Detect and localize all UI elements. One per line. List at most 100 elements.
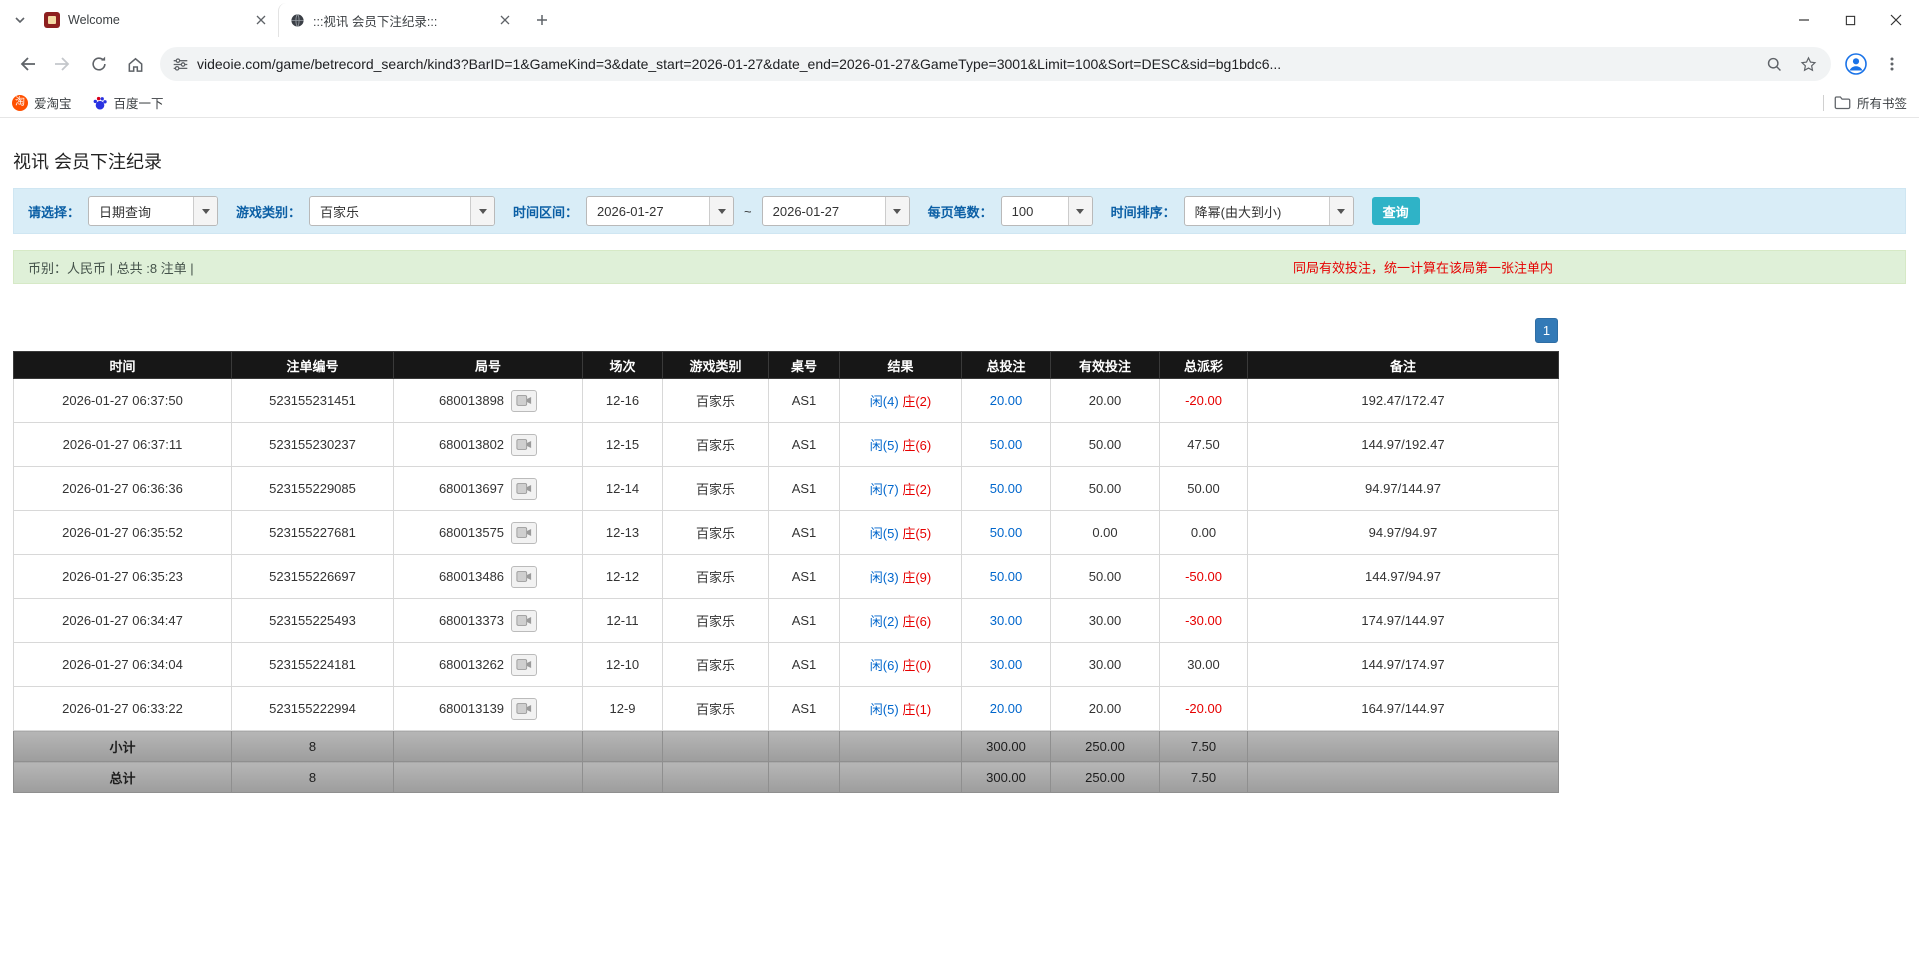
profile-button[interactable]	[1839, 47, 1873, 81]
search-button[interactable]: 查询	[1372, 197, 1420, 225]
page-1-button[interactable]: 1	[1535, 318, 1558, 343]
cell-bet-id: 523155230237	[232, 423, 394, 467]
round-video-button[interactable]	[511, 390, 537, 412]
cell-table-no: AS1	[769, 467, 840, 511]
menu-button[interactable]	[1875, 47, 1909, 81]
grand-total-label: 总计	[14, 762, 232, 793]
back-button[interactable]	[10, 47, 44, 81]
cell-game-type: 百家乐	[663, 643, 769, 687]
table-row: 2026-01-27 06:34:04 523155224181 6800132…	[14, 643, 1559, 687]
dropdown-arrow-icon[interactable]	[709, 197, 733, 225]
cell-session: 12-15	[583, 423, 663, 467]
round-video-button[interactable]	[511, 610, 537, 632]
empty-cell	[769, 731, 840, 762]
site-settings-icon[interactable]	[172, 56, 189, 73]
subtotal-payout: 7.50	[1160, 731, 1248, 762]
tab-close-icon[interactable]	[252, 11, 270, 29]
cell-remark: 144.97/192.47	[1248, 423, 1559, 467]
cell-payout: -20.00	[1160, 687, 1248, 731]
round-video-button[interactable]	[511, 434, 537, 456]
cell-total-bet: 50.00	[962, 467, 1051, 511]
per-page-select[interactable]: 100	[1001, 196, 1093, 226]
maximize-icon	[1845, 15, 1856, 26]
cell-time: 2026-01-27 06:34:04	[14, 643, 232, 687]
all-bookmarks-button[interactable]: 所有书签	[1834, 93, 1907, 112]
dropdown-arrow-icon[interactable]	[1068, 197, 1092, 225]
video-replay-icon	[516, 438, 532, 451]
query-type-select[interactable]: 日期查询	[88, 196, 218, 226]
video-replay-icon	[516, 570, 532, 583]
cell-table-no: AS1	[769, 555, 840, 599]
maximize-button[interactable]	[1827, 0, 1873, 40]
dropdown-arrow-icon[interactable]	[470, 197, 494, 225]
minimize-button[interactable]	[1781, 0, 1827, 40]
refresh-button[interactable]	[82, 47, 116, 81]
bookmark-baidu[interactable]: 百度一下	[92, 93, 164, 112]
dropdown-arrow-icon[interactable]	[193, 197, 217, 225]
dropdown-arrow-icon[interactable]	[885, 197, 909, 225]
game-type-value: 百家乐	[310, 197, 470, 225]
cell-valid-bet: 50.00	[1051, 467, 1160, 511]
cell-remark: 144.97/174.97	[1248, 643, 1559, 687]
round-video-button[interactable]	[511, 522, 537, 544]
cell-payout: 30.00	[1160, 643, 1248, 687]
result-player: 闲(3)	[870, 570, 899, 585]
address-bar[interactable]: videoie.com/game/betrecord_search/kind3?…	[160, 47, 1831, 81]
empty-cell	[583, 731, 663, 762]
cell-game-type: 百家乐	[663, 511, 769, 555]
time-sort-select[interactable]: 降幂(由大到小)	[1184, 196, 1354, 226]
new-tab-button[interactable]	[528, 6, 556, 34]
bookmarks-bar: 淘 爱淘宝 百度一下 所有书签	[0, 88, 1919, 118]
cell-table-no: AS1	[769, 643, 840, 687]
game-type-select[interactable]: 百家乐	[309, 196, 495, 226]
date-end-select[interactable]: 2026-01-27	[762, 196, 910, 226]
magnifier-icon	[1766, 56, 1783, 73]
cell-result: 闲(6) 庄(0)	[840, 643, 962, 687]
bookmark-taobao[interactable]: 淘 爱淘宝	[12, 93, 72, 112]
cell-valid-bet: 20.00	[1051, 379, 1160, 423]
tab-betrecord[interactable]: :::视讯 会员下注纪录:::	[278, 3, 522, 37]
close-icon	[1890, 14, 1902, 26]
grand-total-valid-bet: 250.00	[1051, 762, 1160, 793]
bookmark-star-button[interactable]	[1795, 51, 1821, 77]
page-title: 视讯 会员下注纪录	[13, 148, 1906, 174]
cell-valid-bet: 30.00	[1051, 599, 1160, 643]
round-video-button[interactable]	[511, 654, 537, 676]
close-window-button[interactable]	[1873, 0, 1919, 40]
per-page-label: 每页笔数：	[928, 202, 993, 221]
result-player: 闲(2)	[870, 614, 899, 629]
empty-cell	[583, 762, 663, 793]
cell-round: 680013575	[394, 511, 583, 555]
bookmarks-separator	[1823, 95, 1824, 111]
empty-cell	[769, 762, 840, 793]
folder-icon	[1834, 95, 1851, 110]
tab-close-icon[interactable]	[496, 11, 514, 29]
tab-search-button[interactable]	[6, 6, 34, 34]
back-arrow-icon	[17, 54, 37, 74]
cell-total-bet: 20.00	[962, 687, 1051, 731]
round-number: 680013802	[439, 437, 504, 452]
result-player: 闲(7)	[870, 482, 899, 497]
kebab-menu-icon	[1884, 56, 1900, 72]
url-text[interactable]: videoie.com/game/betrecord_search/kind3?…	[197, 56, 1753, 72]
home-button[interactable]	[118, 47, 152, 81]
cell-bet-id: 523155226697	[232, 555, 394, 599]
round-video-button[interactable]	[511, 698, 537, 720]
round-video-button[interactable]	[511, 566, 537, 588]
cell-table-no: AS1	[769, 599, 840, 643]
cell-result: 闲(7) 庄(2)	[840, 467, 962, 511]
empty-cell	[394, 731, 583, 762]
round-video-button[interactable]	[511, 478, 537, 500]
forward-button[interactable]	[46, 47, 80, 81]
date-start-select[interactable]: 2026-01-27	[586, 196, 734, 226]
browser-toolbar: videoie.com/game/betrecord_search/kind3?…	[0, 40, 1919, 88]
table-row: 2026-01-27 06:37:11 523155230237 6800138…	[14, 423, 1559, 467]
tab-welcome[interactable]: Welcome	[34, 3, 278, 37]
cell-session: 12-9	[583, 687, 663, 731]
refresh-icon	[90, 55, 108, 73]
zoom-button[interactable]	[1761, 51, 1787, 77]
dropdown-arrow-icon[interactable]	[1329, 197, 1353, 225]
home-icon	[126, 55, 145, 74]
cell-total-bet: 50.00	[962, 423, 1051, 467]
cell-valid-bet: 20.00	[1051, 687, 1160, 731]
